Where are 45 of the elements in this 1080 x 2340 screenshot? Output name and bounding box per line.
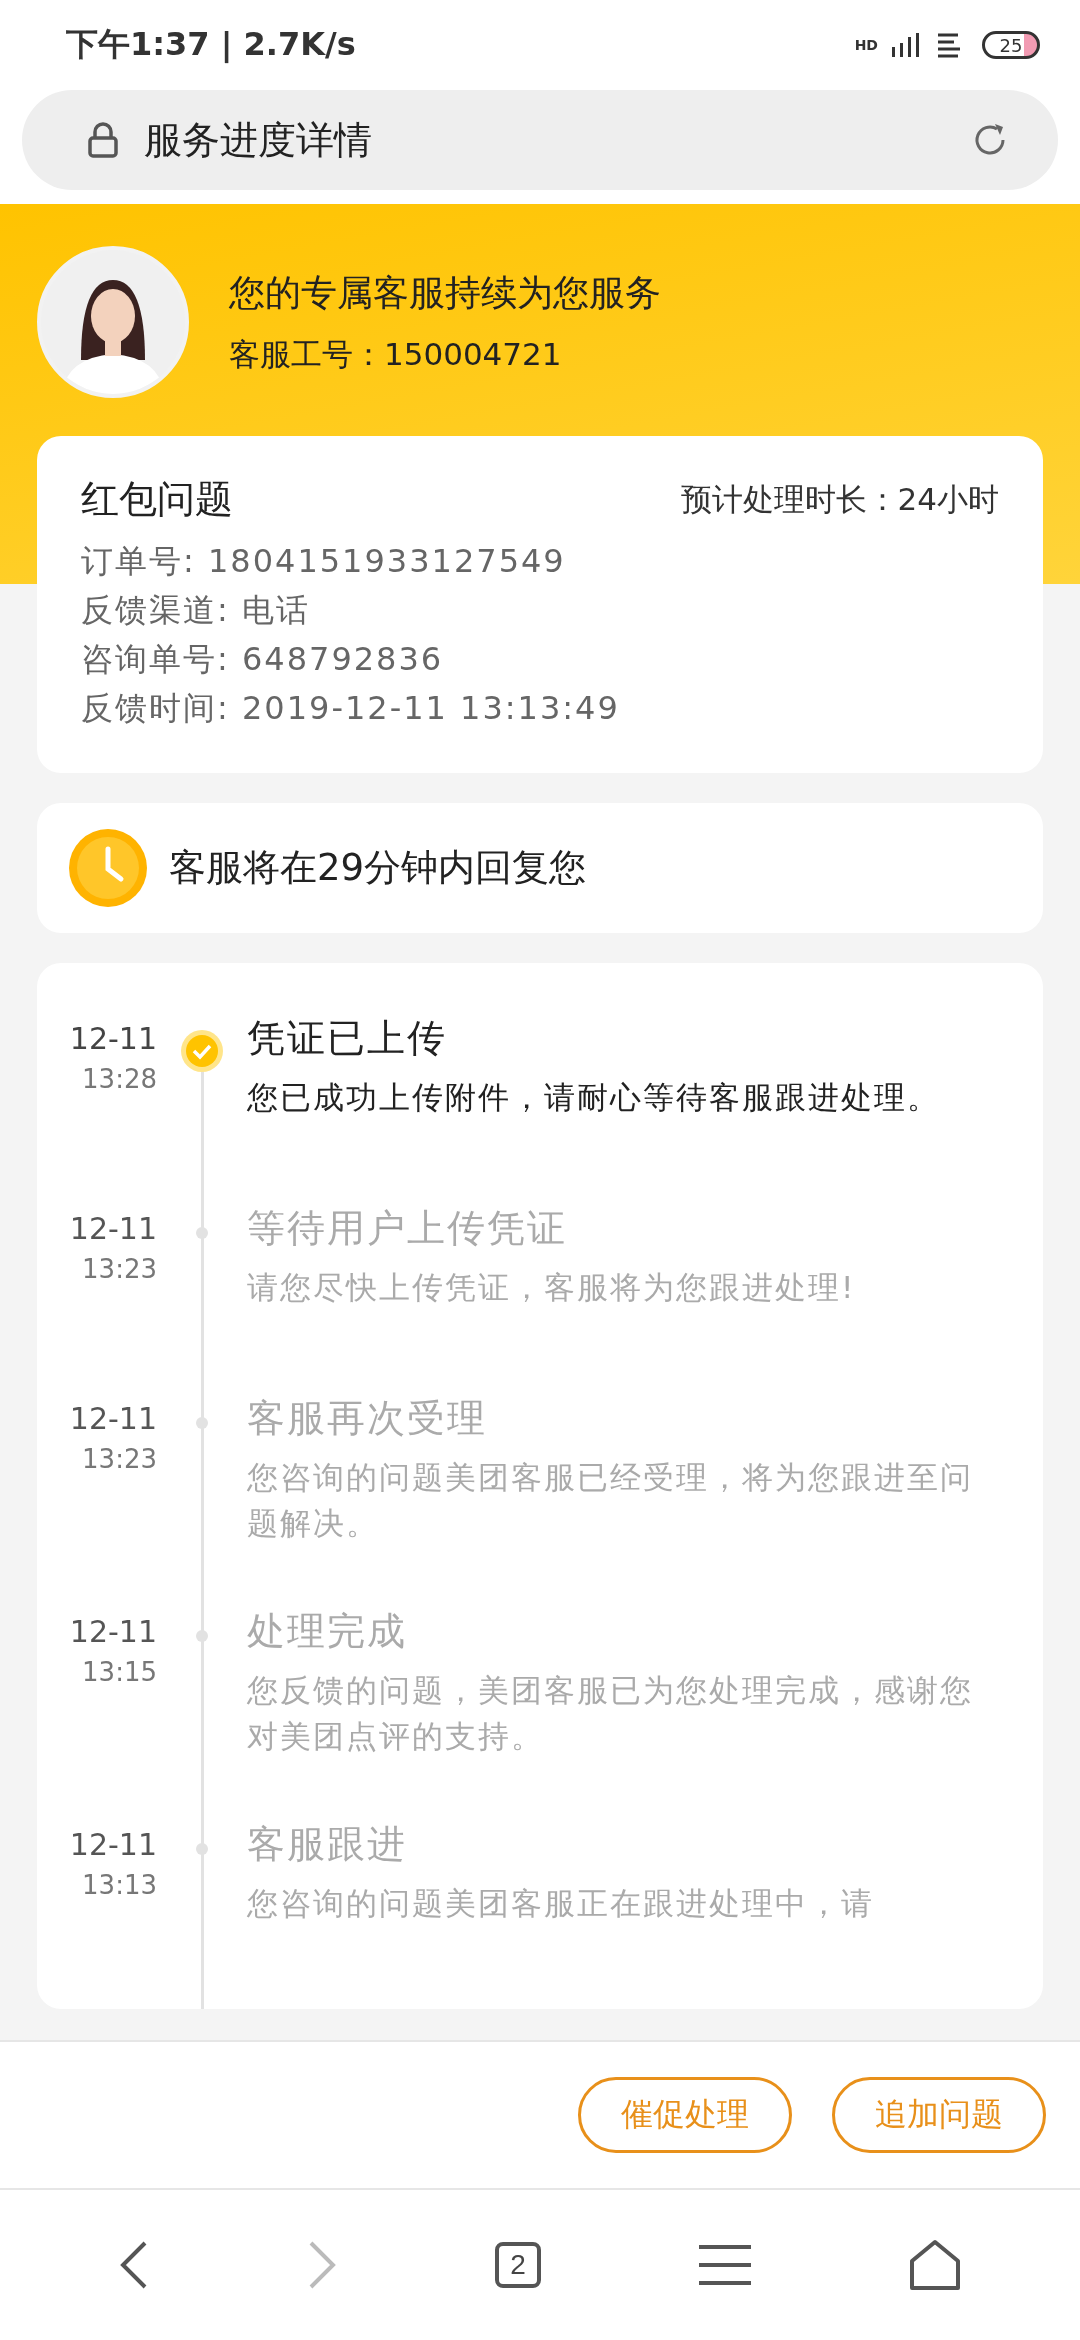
- page-title: 服务进度详情: [144, 116, 373, 164]
- estimate-text: 预计处理时长：24小时: [680, 479, 999, 519]
- agent-title: 您的专属客服持续为您服务: [229, 270, 661, 315]
- issue-detail: 订单号: 1804151933127549: [81, 541, 567, 582]
- forward-icon: [307, 2240, 337, 2290]
- event-date: 12-11: [69, 1211, 157, 1246]
- back-icon: [119, 2240, 149, 2290]
- event-time: 13:23: [82, 1444, 157, 1474]
- clock-icon: [69, 829, 147, 907]
- tabs-button[interactable]: 2: [495, 2242, 541, 2288]
- event-time: 13:28: [82, 1064, 157, 1094]
- event-time: 13:15: [82, 1657, 157, 1687]
- event-title: 客服跟进: [247, 1821, 408, 1868]
- menu-icon: [699, 2244, 751, 2286]
- issue-detail: 反馈渠道: 电话: [81, 590, 311, 631]
- event-date: 12-11: [69, 1614, 157, 1649]
- event-title: 处理完成: [247, 1608, 408, 1655]
- event-description: 您咨询的问题美团客服已经受理，将为您跟进至问题解决。: [247, 1458, 974, 1543]
- agent-id: 客服工号：150004721: [229, 334, 563, 374]
- event-title: 凭证已上传: [247, 1015, 448, 1062]
- event-time: 13:13: [82, 1870, 157, 1900]
- event-date: 12-11: [69, 1401, 157, 1436]
- status-time: 下午1:37 | 2.7K/s: [66, 24, 357, 65]
- home-button[interactable]: [909, 2239, 961, 2291]
- battery-indicator: 25: [982, 31, 1040, 59]
- event-description: 请您尽快上传凭证，客服将为您跟进处理!: [247, 1268, 857, 1307]
- issue-title: 红包问题: [81, 476, 233, 523]
- event-title: 客服再次受理: [247, 1395, 488, 1442]
- issue-detail: 咨询单号: 648792836: [81, 639, 445, 680]
- event-description: 您已成功上传附件，请耐心等待客服跟进处理。: [247, 1078, 941, 1117]
- reply-notice: 客服将在29分钟内回复您: [169, 845, 587, 891]
- menu-button[interactable]: [699, 2244, 751, 2286]
- issue-detail: 反馈时间: 2019-12-11 13:13:49: [81, 688, 621, 729]
- event-time: 13:23: [82, 1254, 157, 1284]
- home-icon: [909, 2239, 961, 2291]
- event-date: 12-11: [69, 1021, 157, 1056]
- event-description: 您咨询的问题美团客服正在跟进处理中，请: [247, 1884, 875, 1923]
- network-label: HD: [854, 37, 878, 53]
- event-date: 12-11: [69, 1827, 157, 1862]
- back-button[interactable]: [119, 2240, 149, 2290]
- event-description: 您反馈的问题，美团客服已为您处理完成，感谢您对美团点评的支持。: [247, 1671, 974, 1756]
- lock-icon: [88, 122, 118, 158]
- address-bar[interactable]: 服务进度详情: [22, 90, 1058, 190]
- signal-icon: [892, 33, 922, 57]
- event-title: 等待用户上传凭证: [247, 1205, 568, 1252]
